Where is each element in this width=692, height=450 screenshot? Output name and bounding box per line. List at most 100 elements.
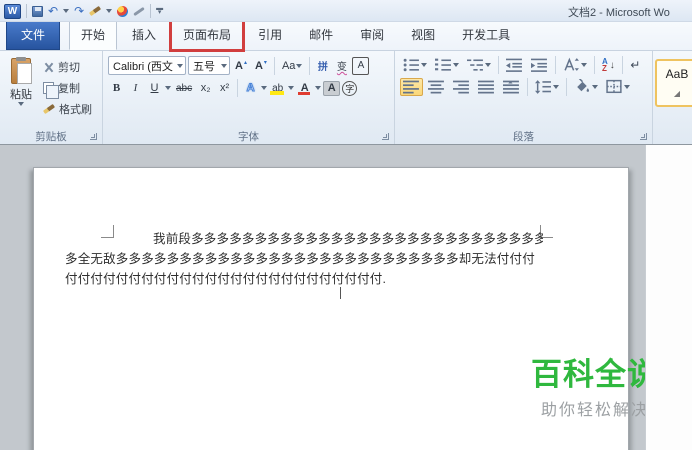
change-case-button[interactable]: Aa: [279, 57, 305, 75]
justify-button[interactable]: [475, 78, 498, 96]
cut-button[interactable]: 剪切: [40, 58, 95, 76]
character-shading-button[interactable]: A: [323, 80, 341, 96]
chevron-down-icon: [221, 63, 227, 68]
divider: [273, 56, 275, 75]
sort-button[interactable]: AZ ↓: [599, 56, 618, 74]
asian-layout-button[interactable]: [560, 56, 590, 74]
strikethrough-button[interactable]: abc: [173, 79, 195, 97]
font-name-combobox[interactable]: Calibri (西文: [108, 56, 186, 75]
multilevel-list-button[interactable]: [464, 56, 494, 74]
format-painter-button[interactable]: 格式刷: [40, 100, 95, 118]
document-text-line[interactable]: 付付付付付付付付付付付付付付付付付付付付付付付付付.: [65, 269, 543, 289]
text-effects-dropdown-icon[interactable]: [261, 86, 268, 90]
line-spacing-icon: [535, 80, 551, 94]
divider: [237, 79, 239, 97]
ribbon-tab[interactable]: 开始: [69, 20, 118, 50]
quick-style-preview[interactable]: AaB ◢: [655, 59, 692, 107]
divider: [621, 56, 623, 74]
numbering-dropdown-icon: [453, 63, 459, 67]
text-cursor: [340, 287, 341, 299]
enclose-characters-button[interactable]: 字: [342, 80, 358, 96]
font-size-combobox[interactable]: 五号: [188, 56, 230, 75]
subscript-button[interactable]: x₂: [197, 79, 214, 97]
character-style-button[interactable]: 变: [333, 57, 350, 75]
document-text-line[interactable]: 我前段多多多多多多多多多多多多多多多多多多多多多多多多多多多多多多多: [65, 229, 543, 249]
undo-icon[interactable]: ↶: [48, 3, 58, 19]
shading-dropdown-icon: [592, 85, 598, 89]
font-color-button[interactable]: A: [296, 79, 313, 97]
align-left-button[interactable]: [400, 78, 423, 96]
ribbon-tab[interactable]: 审阅: [348, 20, 396, 50]
word-window: W ↶ ↷ ▬ ▾ 文档2 - Microsoft Wo 文件 开始 插入 页面布…: [0, 0, 692, 450]
pens-icon[interactable]: [89, 5, 102, 17]
clipboard-icon: [11, 57, 32, 84]
show-hide-marks-button[interactable]: ↵: [627, 56, 644, 74]
ribbon-tab[interactable]: 引用: [246, 20, 294, 50]
ribbon-tab[interactable]: 视图: [399, 20, 447, 50]
pen-icon[interactable]: [133, 6, 145, 16]
underline-button[interactable]: U: [146, 79, 163, 97]
shading-button[interactable]: [571, 78, 601, 96]
paragraph-dialog-launcher-icon[interactable]: [640, 133, 647, 140]
redo-icon[interactable]: ↷: [74, 3, 84, 19]
color-ball-icon[interactable]: [117, 5, 129, 17]
font-dialog-launcher-icon[interactable]: [382, 133, 389, 140]
copy-icon: [43, 82, 59, 99]
copy-button[interactable]: 复制: [40, 79, 95, 99]
align-right-button[interactable]: [450, 78, 473, 96]
document-text-line[interactable]: 多全无敌多多多多多多多多多多多多多多多多多多多多多多多多多多多却无法付付付: [65, 249, 543, 269]
customize-qat-dropdown-icon[interactable]: ▬ ▾: [156, 5, 163, 16]
bold-button[interactable]: B: [108, 79, 125, 97]
ribbon-tab[interactable]: 邮件: [297, 20, 345, 50]
distribute-button[interactable]: [500, 78, 523, 96]
divider: [527, 78, 528, 96]
text-highlight-button[interactable]: ab: [269, 79, 286, 97]
grow-font-button[interactable]: A: [232, 57, 250, 75]
ribbon-tab[interactable]: 开发工具: [450, 20, 522, 50]
ribbon-tab[interactable]: 页面布局: [169, 18, 246, 52]
document-text: 我前段多多多多多多多多多多多多多多多多多多多多多多多多多多多多多多多 多全无敌多…: [65, 229, 543, 289]
paste-dropdown-icon[interactable]: [18, 102, 24, 106]
ribbon-tab-label: 邮件: [309, 28, 334, 42]
undo-dropdown-icon[interactable]: [63, 9, 70, 13]
font-group: Calibri (西文 五号 A A Aa 拼 变 A: [103, 51, 395, 144]
numbering-button[interactable]: [432, 56, 462, 74]
italic-button[interactable]: I: [127, 79, 144, 97]
highlight-dropdown-icon[interactable]: [288, 86, 295, 90]
multilevel-list-icon: [467, 59, 483, 71]
borders-icon: [606, 79, 622, 94]
document-page[interactable]: 我前段多多多多多多多多多多多多多多多多多多多多多多多多多多多多多多多 多全无敌多…: [33, 167, 658, 450]
vertical-scrollbar[interactable]: [645, 145, 692, 450]
clipboard-group: 粘贴 剪切 复制 格式刷 剪贴板: [0, 51, 103, 144]
font-color-dropdown-icon[interactable]: [315, 86, 322, 90]
ribbon-tab[interactable]: 插入: [120, 20, 168, 50]
line-spacing-button[interactable]: [532, 78, 562, 96]
underline-dropdown-icon[interactable]: [165, 86, 171, 90]
chevron-down-icon: [296, 63, 303, 68]
clipboard-dialog-launcher-icon[interactable]: [90, 133, 97, 140]
phonetic-guide-button[interactable]: 拼: [314, 57, 331, 75]
paragraph-group-label: 段落: [513, 131, 534, 143]
ribbon: 粘贴 剪切 复制 格式刷 剪贴板 Calibri (西文 五号 A ▴ A ▾ …: [0, 50, 692, 145]
save-icon[interactable]: [32, 5, 43, 17]
bullet-list-icon: [403, 58, 419, 72]
shrink-font-button[interactable]: A: [252, 57, 270, 75]
text-effects-button[interactable]: A: [242, 79, 259, 97]
character-border-button[interactable]: A: [352, 56, 370, 75]
superscript-button[interactable]: x²: [216, 79, 233, 97]
borders-button[interactable]: [603, 78, 633, 96]
align-center-button[interactable]: [425, 78, 448, 96]
divider: [594, 56, 595, 74]
ribbon-tab-label: 开始: [81, 28, 106, 42]
decrease-indent-button[interactable]: [503, 56, 526, 74]
ribbon-tab[interactable]: 文件: [6, 20, 61, 50]
bullets-button[interactable]: [400, 56, 430, 74]
paste-button[interactable]: 粘贴: [2, 54, 40, 129]
ribbon-tab-label: 视图: [411, 28, 436, 42]
asian-layout-dropdown-icon: [581, 63, 587, 67]
ribbon-tab-label: 开发工具: [462, 28, 511, 42]
word-logo-icon[interactable]: W: [4, 3, 21, 19]
increase-indent-button[interactable]: [528, 56, 551, 74]
font-group-label: 字体: [238, 131, 259, 143]
pens-dropdown-icon[interactable]: [106, 9, 113, 13]
